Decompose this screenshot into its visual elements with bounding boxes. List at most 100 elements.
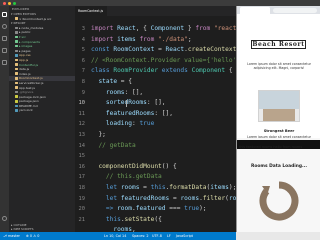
featured-note: this featured rooms hello from rooms [239,145,303,149]
line-number: 13 [78,131,86,138]
minimize-window-icon[interactable] [8,1,11,5]
intro-text: Lorem ipsum dolor sit amet consectetur a… [247,62,311,71]
browser-toolbar [237,6,320,14]
cursor-position[interactable]: Ln 10, Col 14 [104,232,126,240]
file-type-icon [15,104,18,108]
code-token: loading [91,120,132,128]
line-number: 18 [78,184,86,191]
code-line: state = { [91,77,236,88]
code-line: const RoomContext = React.createContext(… [91,45,236,56]
file-tree-label: ▸ NPM SCRIPTS [11,227,34,232]
line-number: 10 [78,100,86,107]
code-token: import [91,25,118,32]
file-type-icon [15,86,18,89]
line-number: 5 [81,47,85,54]
file-type-icon [15,63,18,66]
code-token: room [117,205,132,213]
code-token: === [165,205,185,213]
file-type-icon [15,44,18,48]
indentation[interactable]: Spaces: 2 [132,232,148,240]
line-number: 7 [81,68,85,75]
code-line: rooms, [91,225,236,232]
code-token: } [184,25,196,32]
settings-gear-icon[interactable] [2,216,7,221]
code-line: // <RoomContext.Provider value={'hello'} [91,56,236,67]
line-number-gutter: 3 4 5 6 7 8 9 10 11 12 13 14 15 16 17 18 19 20 21 [75,24,87,225]
editor-tabs: RoomContext.js [75,6,236,16]
encoding[interactable]: UTF-8 [152,232,162,240]
code-token: rooms [180,194,200,202]
code-token: this [91,215,121,223]
debug-icon[interactable] [2,48,7,53]
code-token: : [], [154,109,173,117]
code-line: import items from "./data"; [91,35,236,46]
file-tree-label: App.js [19,57,29,62]
file-tree-label: App.css [19,53,31,58]
code-token: = [169,194,181,202]
code-lines[interactable]: import React, { Component } from "react"… [91,24,236,232]
code-token: featured [135,205,166,213]
file-type-icon [15,95,18,98]
text-cursor [126,100,127,107]
file-tree-label: App.test.js [19,85,35,90]
code-line: sortedRooms: [], [91,98,236,109]
file-tree-label: ▸ images [19,44,33,49]
source-control-icon[interactable] [2,36,7,41]
code-token: filter [202,194,226,202]
code-token: RoomContext [113,46,155,54]
extensions-icon[interactable] [2,60,7,65]
tab-roomcontext[interactable]: RoomContext.js [75,6,108,16]
line-number: 9 [81,89,85,96]
file-tree-label: ▸ public [19,30,31,35]
code-line: => room.featured === true); [91,204,236,215]
code-token: React [117,25,136,32]
git-branch[interactable]: ⎇ master [3,232,20,240]
line-number: 19 [78,195,86,202]
file-tree-label: README.md [19,103,38,108]
code-token: items [117,35,140,43]
code-token: ); [228,183,236,191]
loading-title: Rooms Data Loading... [250,164,308,169]
code-token: }; [91,130,106,138]
address-bar[interactable] [273,7,317,13]
file-type-icon [15,90,18,94]
code-token: componentDidMount [91,162,162,170]
file-tree-label: Contentful.js [19,62,39,67]
line-number: 3 [81,26,85,32]
code-token: featuredRooms [120,194,170,202]
code-token: createContext [187,46,236,54]
code-editor[interactable]: 3 4 5 6 7 8 9 10 11 12 13 14 15 16 17 18 19 20 21 import R… [75,16,236,232]
line-number: 6 [81,57,85,64]
search-icon[interactable] [2,24,7,29]
file-type-icon [15,67,18,71]
logo-frame[interactable]: Beach Resort [251,40,306,49]
maximize-window-icon[interactable] [13,1,16,5]
file-type-icon [15,54,18,57]
code-token: : [], [124,88,144,96]
room-image[interactable] [258,90,300,122]
code-token: let [91,194,121,202]
code-line: loading: true [91,119,236,130]
file-type-icon [15,72,18,75]
line-ending[interactable]: LF [167,232,171,240]
line-number: 14 [78,142,86,149]
file-type-icon [15,77,18,80]
code-token: const [91,46,114,54]
file-tree: ▾ OPEN EDITORS × RoomContext.js src ▾ RESO… [9,12,75,113]
browser-tab[interactable] [240,7,270,14]
close-window-icon[interactable] [3,1,6,5]
problems-count[interactable]: ⊗ 0 ⚠ 0 [26,232,39,240]
code-token: = [154,46,166,54]
line-number: 11 [78,110,86,117]
file-tree-label: serviceWorker.js [19,80,44,85]
files-icon[interactable] [2,12,7,17]
language-mode[interactable]: JavaScript [176,232,193,240]
line-number: 20 [78,206,86,213]
file-tree-item[interactable]: yarn.lock [9,108,75,113]
file-type-icon [15,81,18,85]
file-type-icon [15,49,18,52]
code-token: = { [117,77,132,85]
browser-preview: Beach Resort Lorem ipsum dolor sit amet … [236,6,320,232]
file-tree-label: data.js [19,67,30,72]
